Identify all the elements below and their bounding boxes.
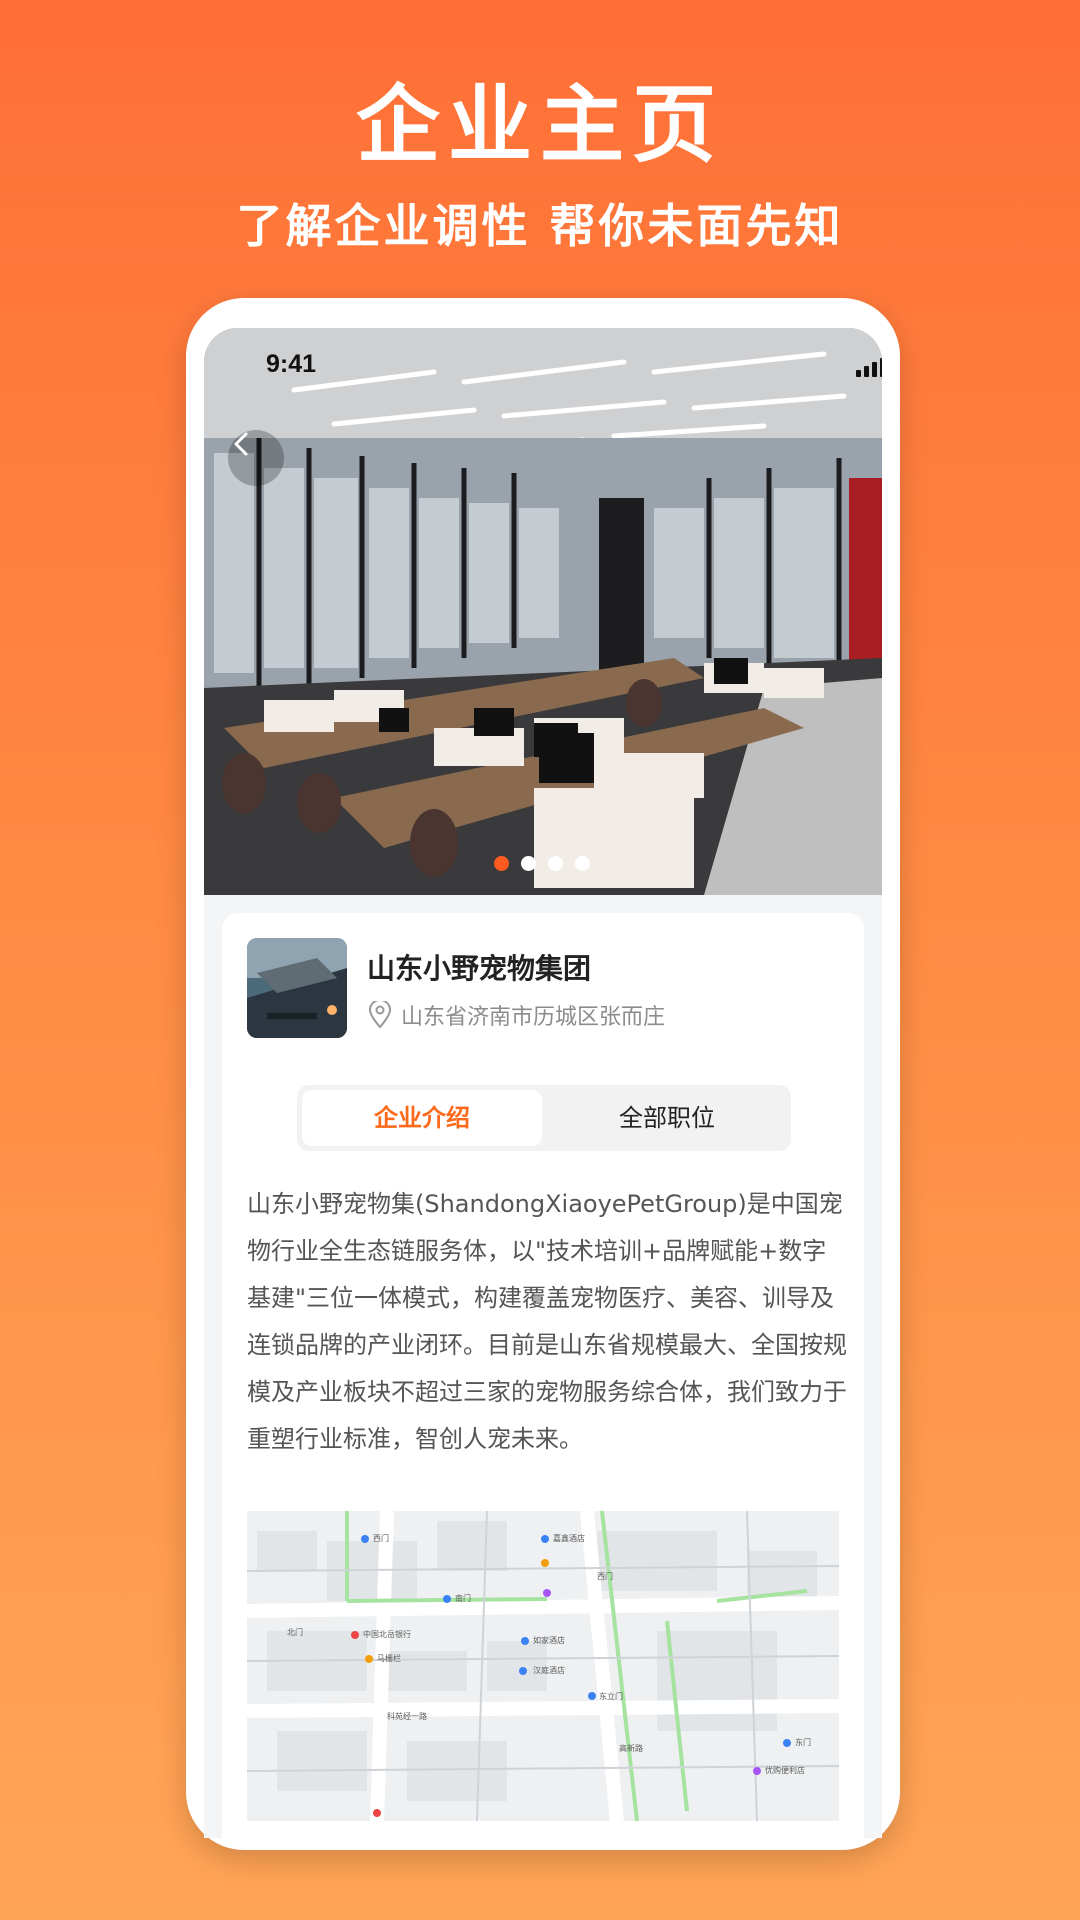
office-photo (204, 328, 882, 895)
carousel-dot[interactable] (521, 856, 536, 871)
map-label: 中国北岳银行 (363, 1630, 411, 1639)
map-label: 东门 (795, 1738, 811, 1747)
phone-frame: 9:41 山东小野宠物集团 山东省济南市历城区张而庄 企业介绍 全部职位 山东小… (186, 298, 900, 1850)
carousel-indicator (494, 856, 590, 871)
map-label: 马栅栏 (377, 1654, 401, 1663)
tab-all-positions[interactable]: 全部职位 (547, 1090, 787, 1146)
location-pin-icon (368, 1001, 392, 1029)
carousel-dot[interactable] (548, 856, 563, 871)
app-screen: 9:41 山东小野宠物集团 山东省济南市历城区张而庄 企业介绍 全部职位 山东小… (204, 328, 882, 1838)
map-label: 汉庭酒店 (533, 1666, 565, 1675)
poster-subtitle: 了解企业调性 帮你未面先知 (236, 199, 844, 253)
map-label: 科苑经一路 (387, 1712, 427, 1721)
map-label: 西门 (597, 1572, 613, 1581)
tab-bar: 企业介绍 全部职位 (297, 1085, 791, 1151)
company-address: 山东省济南市历城区张而庄 (367, 999, 665, 1031)
company-intro-text: 山东小野宠物集(ShandongXiaoyePetGroup)是中国宠物行业全生… (247, 1190, 847, 1453)
status-bar-time: 9:41 (266, 350, 317, 378)
company-card: 山东小野宠物集团 山东省济南市历城区张而庄 企业介绍 全部职位 山东小野宠物集(… (222, 913, 864, 1838)
map-label: 北门 (287, 1628, 303, 1637)
address-text: 山东省济南市历城区张而庄 (401, 1005, 666, 1030)
map-label: 优购便利店 (765, 1766, 805, 1775)
company-name: 山东小野宠物集团 (367, 952, 592, 985)
map-label: 嘉鑫酒店 (553, 1534, 585, 1543)
office-photo-carousel[interactable]: 9:41 (204, 328, 882, 895)
map-label: 南门 (455, 1594, 471, 1603)
poster-title: 企业主页 (355, 76, 724, 174)
tab-company-intro[interactable]: 企业介绍 (302, 1090, 542, 1146)
signal-icon (856, 358, 882, 377)
carousel-dot[interactable] (575, 856, 590, 871)
map-label: 高新路 (619, 1744, 643, 1753)
carousel-dot[interactable] (494, 856, 509, 871)
company-logo (247, 938, 347, 1038)
map-label: 如家酒店 (533, 1636, 565, 1645)
map-label: 西门 (373, 1534, 389, 1543)
back-button[interactable] (228, 430, 284, 486)
location-map[interactable]: 西门 嘉鑫酒店 西门 东门 南门 中国北岳银行 马栅栏 汉庭酒店 如家酒店 东立… (247, 1511, 839, 1821)
chevron-left-icon (234, 432, 248, 456)
map-label: 东立门 (599, 1692, 623, 1701)
